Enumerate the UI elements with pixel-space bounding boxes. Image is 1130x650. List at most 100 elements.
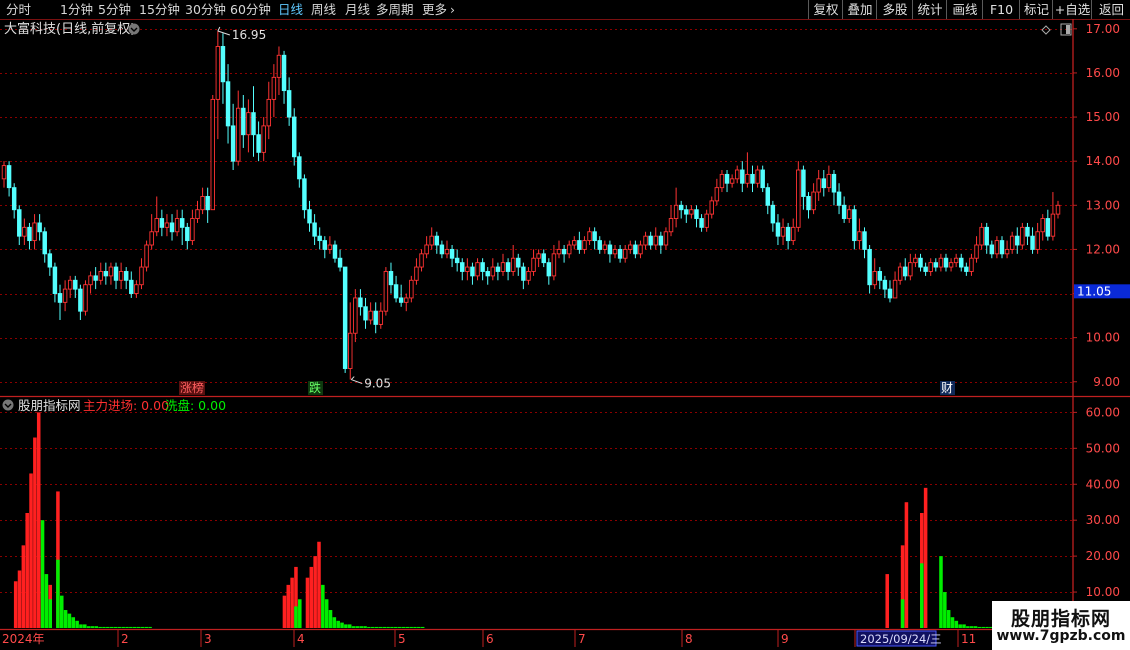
candle-body-53 — [271, 76, 277, 100]
washout-bar-76 — [298, 599, 302, 628]
candle-body-13 — [67, 279, 73, 290]
candle-body-64 — [327, 244, 333, 250]
candle-body-5 — [27, 226, 32, 242]
candle-body-188 — [959, 257, 964, 268]
x-label-0: 2024年 — [2, 632, 45, 646]
candle-body-41 — [210, 98, 215, 211]
candle-body-114 — [582, 240, 587, 250]
candle-body-172 — [877, 271, 883, 281]
candle-body-20 — [103, 271, 109, 277]
indicator-tick-label-5: 60.00 — [1086, 405, 1120, 419]
washout-bar-32 — [129, 626, 133, 628]
candle-body-35 — [179, 218, 185, 228]
candle-body-72 — [368, 310, 373, 321]
main-force-bar-80 — [313, 556, 317, 628]
candle-body-169 — [862, 231, 867, 250]
washout-bar-22 — [90, 626, 95, 628]
candle-body-160 — [816, 178, 821, 193]
washout-bar-105 — [409, 626, 413, 628]
candle-body-34 — [174, 218, 180, 233]
x-label-9: 2025/09/24/三 — [860, 632, 942, 646]
candle-body-80 — [409, 279, 414, 299]
chart-frame — [0, 19, 1130, 648]
candle-body-19 — [98, 271, 103, 281]
candle-body-39 — [200, 196, 205, 211]
candle-body-83 — [424, 244, 429, 255]
candle-body-164 — [836, 191, 842, 206]
candle-body-54 — [276, 54, 282, 78]
washout-bar-246 — [950, 617, 955, 628]
main-force-bar-74 — [290, 577, 294, 628]
x-label-10: 11 — [961, 632, 976, 646]
candle-body-8 — [42, 231, 47, 255]
washout-bar-252 — [973, 626, 978, 628]
candle-body-112 — [572, 240, 577, 246]
candle-body-61 — [312, 222, 317, 237]
candle-body-158 — [806, 196, 811, 211]
candle-body-190 — [969, 257, 974, 272]
candle-body-161 — [821, 178, 827, 189]
candle-body-182 — [928, 262, 933, 272]
washout-bar-86 — [336, 620, 340, 628]
candle-body-22 — [113, 266, 119, 281]
candle-body-36 — [185, 226, 190, 242]
candle-body-16 — [83, 284, 88, 312]
washout-bar-30 — [121, 626, 125, 628]
washout-bar-29 — [117, 626, 122, 628]
candle-body-93 — [475, 262, 480, 277]
candle-body-84 — [429, 235, 434, 246]
candle-body-127 — [648, 235, 653, 246]
candle-body-107 — [546, 262, 552, 277]
candle-body-66 — [337, 257, 343, 268]
candle-body-201 — [1025, 226, 1030, 237]
candle-body-87 — [444, 248, 450, 255]
main-force-bar-6 — [29, 473, 33, 628]
washout-bar-31 — [125, 626, 129, 628]
candle-body-197 — [1004, 248, 1010, 255]
candle-body-179 — [913, 257, 918, 264]
candle-body-4 — [22, 226, 27, 237]
candle-body-38 — [195, 209, 200, 219]
candle-body-1 — [6, 165, 12, 189]
candle-body-102 — [521, 266, 526, 281]
washout-bar-88 — [344, 624, 348, 628]
washout-bar-13 — [56, 559, 60, 628]
candle-body-122 — [622, 248, 628, 259]
candle-body-32 — [164, 222, 170, 228]
candle-body-2 — [11, 187, 17, 211]
main-force-bar-72 — [282, 595, 287, 628]
candle-body-57 — [291, 116, 297, 158]
washout-bar-20 — [83, 624, 87, 628]
candle-body-90 — [460, 262, 465, 272]
candle-body-111 — [566, 244, 572, 255]
washout-bar-104 — [405, 626, 410, 628]
candle-body-3 — [17, 209, 22, 237]
candle-body-14 — [73, 279, 78, 290]
washout-bar-35 — [140, 626, 145, 628]
candle-body-123 — [628, 244, 633, 250]
candle-body-17 — [88, 275, 93, 286]
candle-body-145 — [740, 169, 745, 184]
candle-body-140 — [714, 187, 720, 202]
candle-body-28 — [144, 244, 149, 268]
washout-bar-245 — [946, 610, 951, 628]
candle-body-203 — [1035, 231, 1040, 250]
candle-body-44 — [225, 81, 231, 127]
main-force-bar-7 — [33, 437, 37, 628]
candle-body-139 — [709, 200, 714, 215]
candle-body-29 — [149, 231, 154, 246]
candle-body-195 — [994, 240, 1000, 255]
candle-body-63 — [322, 240, 328, 250]
x-label-4: 5 — [398, 632, 406, 646]
current-price-label: 11.05 — [1077, 284, 1111, 298]
candle-body-166 — [847, 209, 852, 219]
candle-body-101 — [516, 257, 521, 268]
price-tick-label-1: 10.00 — [1086, 331, 1120, 345]
washout-bar-90 — [351, 626, 356, 628]
candle-body-177 — [903, 266, 908, 277]
washout-bar-10 — [44, 574, 49, 628]
candle-body-146 — [745, 173, 750, 184]
candle-body-153 — [780, 226, 786, 237]
candle-body-6 — [32, 222, 37, 242]
price-tick-label-4: 13.00 — [1086, 198, 1120, 212]
